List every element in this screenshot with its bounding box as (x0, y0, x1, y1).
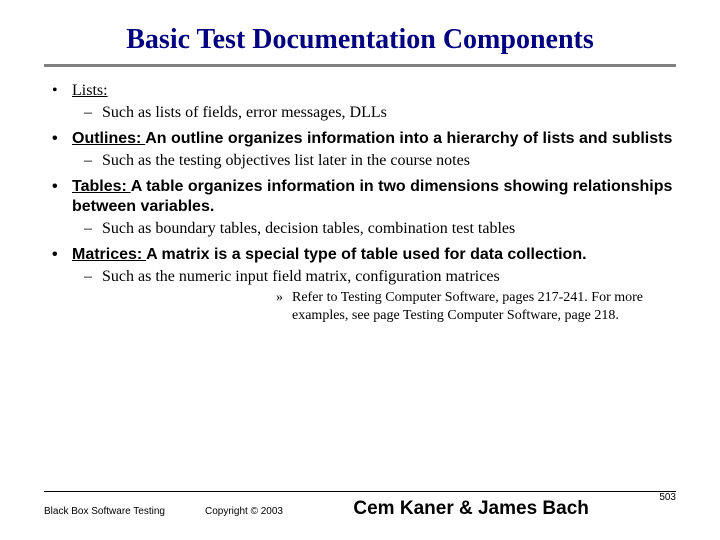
sub-list: Such as the numeric input field matrix, … (72, 267, 676, 287)
footer-copyright: Copyright © 2003 (205, 506, 283, 517)
reference-item: Refer to Testing Computer Software, page… (272, 289, 676, 324)
bullet-term: Matrices: (72, 246, 146, 263)
slide-footer: Black Box Software Testing Copyright © 2… (44, 491, 676, 520)
bullet-term: Tables: (72, 178, 131, 195)
bullet-item: Lists: Such as lists of fields, error me… (44, 81, 676, 123)
bullet-term: Lists: (72, 82, 108, 99)
bullet-list: Lists: Such as lists of fields, error me… (44, 81, 676, 324)
slide: Basic Test Documentation Components List… (0, 0, 720, 540)
footer-page-number: 503 (659, 492, 676, 503)
bullet-item: Tables: A table organizes information in… (44, 177, 676, 239)
slide-content: Lists: Such as lists of fields, error me… (44, 81, 676, 324)
slide-title: Basic Test Documentation Components (44, 24, 676, 64)
footer-course: Black Box Software Testing (44, 506, 165, 517)
sub-item: Such as lists of fields, error messages,… (72, 103, 676, 123)
footer-authors: Cem Kaner & James Bach (283, 498, 659, 520)
footer-row: Black Box Software Testing Copyright © 2… (44, 498, 676, 520)
sub-list: Such as the testing objectives list late… (72, 151, 676, 171)
reference-wrap: Refer to Testing Computer Software, page… (272, 289, 676, 324)
sub-item: Such as the testing objectives list late… (72, 151, 676, 171)
bullet-desc: An outline organizes information into a … (145, 130, 672, 147)
bullet-item: Matrices: A matrix is a special type of … (44, 245, 676, 324)
bullet-desc: A table organizes information in two dim… (72, 178, 672, 215)
footer-divider (44, 491, 676, 492)
bullet-term: Outlines: (72, 130, 145, 147)
bullet-item: Outlines: An outline organizes informati… (44, 129, 676, 171)
sub-item: Such as the numeric input field matrix, … (72, 267, 676, 287)
bullet-desc: A matrix is a special type of table used… (146, 246, 586, 263)
reference-list: Refer to Testing Computer Software, page… (272, 289, 676, 324)
sub-item: Such as boundary tables, decision tables… (72, 219, 676, 239)
sub-list: Such as lists of fields, error messages,… (72, 103, 676, 123)
title-divider (44, 64, 676, 67)
sub-list: Such as boundary tables, decision tables… (72, 219, 676, 239)
